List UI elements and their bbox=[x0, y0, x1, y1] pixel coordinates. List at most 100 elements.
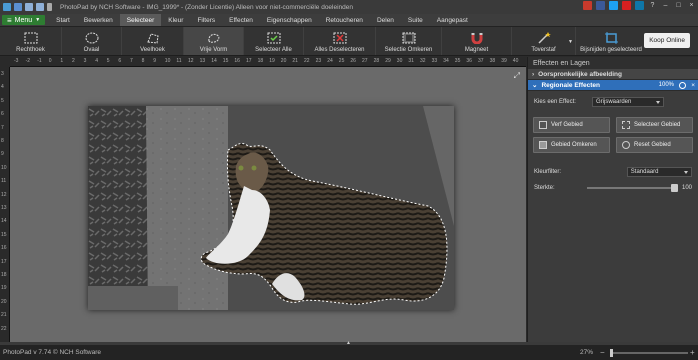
effects-layers-panel: Effecten en Lagen › Oorspronkelijke afbe… bbox=[527, 57, 698, 342]
rectangle-select-label: Rechthoek bbox=[16, 47, 45, 53]
ruler-tick-label: 3 bbox=[83, 58, 87, 64]
tab-effecten[interactable]: Effecten bbox=[222, 14, 260, 26]
close-icon[interactable]: × bbox=[687, 1, 696, 10]
rectangle-select-button[interactable]: Rechthoek bbox=[0, 27, 62, 55]
fullscreen-icon[interactable]: ⤢ bbox=[514, 71, 520, 81]
ruler-tick-label: 26 bbox=[350, 58, 356, 64]
version-text: PhotoPad v 7.74 © NCH Software bbox=[3, 349, 102, 356]
polygon-select-button[interactable]: Veelhoek bbox=[122, 27, 184, 55]
regional-effects-layer[interactable]: ⌄ Regionale Effecten 100% × bbox=[528, 80, 698, 91]
ellipse-select-icon bbox=[84, 31, 100, 45]
tab-eigenschappen[interactable]: Eigenschappen bbox=[260, 14, 319, 26]
undo-icon[interactable] bbox=[25, 3, 33, 11]
strength-slider-thumb[interactable] bbox=[670, 184, 678, 192]
ruler-tick-label: 8 bbox=[141, 58, 145, 64]
paint-area-label: Verf Gebied bbox=[551, 122, 583, 128]
ruler-tick-label: 20 bbox=[280, 58, 287, 64]
zoom-slider-thumb[interactable] bbox=[610, 349, 613, 357]
ellipse-select-button[interactable]: Ovaal bbox=[62, 27, 122, 55]
magnet-button[interactable]: Magneet bbox=[442, 27, 512, 55]
ruler-tick-label: 16 bbox=[234, 58, 240, 64]
invert-selection-button[interactable]: Selectie Omkeren bbox=[376, 27, 442, 55]
ruler-tick-label: 0 bbox=[48, 58, 52, 64]
tab-aangepast[interactable]: Aangepast bbox=[430, 14, 475, 26]
remove-layer-icon[interactable] bbox=[679, 81, 686, 89]
ruler-tick-label: 28 bbox=[373, 58, 380, 64]
tab-start[interactable]: Start bbox=[49, 14, 77, 26]
notification-icon[interactable] bbox=[583, 1, 592, 10]
effect-label: Kies een Effect: bbox=[534, 99, 576, 105]
select-area-button[interactable]: Selecteer Gebied bbox=[616, 117, 693, 133]
youtube-icon[interactable] bbox=[622, 1, 631, 10]
ruler-tick-label: 5 bbox=[106, 58, 110, 64]
ruler-tick-label: -1 bbox=[37, 58, 42, 64]
tab-suite[interactable]: Suite bbox=[401, 14, 430, 26]
zoom-in-icon[interactable]: + bbox=[690, 348, 695, 357]
freeform-select-label: Vrije Vorm bbox=[199, 47, 228, 53]
tab-delen[interactable]: Delen bbox=[370, 14, 401, 26]
effect-select[interactable]: Grijswaarden bbox=[592, 97, 664, 107]
ruler-tick-label: 17 bbox=[246, 58, 252, 64]
close-layer-icon[interactable]: × bbox=[691, 82, 695, 89]
rectangle-select-icon bbox=[23, 31, 39, 45]
facebook-icon[interactable] bbox=[596, 1, 605, 10]
invert-area-button[interactable]: Gebied Omkeren bbox=[533, 137, 610, 153]
ruler-tick-label: 34 bbox=[443, 58, 449, 64]
buy-online-button[interactable]: Koop Online bbox=[644, 33, 690, 48]
ruler-tick-label: 6 bbox=[118, 58, 122, 64]
tab-retoucheren[interactable]: Retoucheren bbox=[319, 14, 370, 26]
linkedin-icon[interactable] bbox=[635, 1, 644, 10]
tab-kleur[interactable]: Kleur bbox=[161, 14, 190, 26]
workspace[interactable]: -3 -2 -1 0 1 2 3 4 5 6 7 8 9 10 11 12 13 14 15 16 17 18 19 20 21… bbox=[0, 57, 526, 342]
ruler-tick-label: 40 bbox=[512, 58, 519, 64]
regional-zoom-value[interactable]: 100% bbox=[659, 82, 674, 88]
chevron-right-icon: › bbox=[532, 70, 535, 78]
freeform-select-button[interactable]: Vrije Vorm bbox=[184, 27, 244, 55]
twitter-icon[interactable] bbox=[609, 1, 618, 10]
color-filter-row: Kleurfilter: Standaard bbox=[528, 165, 698, 179]
ruler-tick-label: 12 bbox=[188, 58, 194, 64]
deselect-all-label: Alles Deselecteren bbox=[314, 47, 365, 53]
select-area-label: Selecteer Gebied bbox=[634, 122, 681, 128]
zoom-slider[interactable] bbox=[610, 349, 688, 357]
ruler-tick-label: 9 bbox=[153, 58, 156, 64]
magic-wand-icon bbox=[536, 31, 552, 45]
ruler-tick-label: 35 bbox=[454, 58, 461, 64]
ruler-tick-label: 23 bbox=[315, 58, 322, 64]
color-filter-select[interactable]: Standaard bbox=[626, 167, 692, 177]
magic-wand-button[interactable]: Toverstaf ▼ bbox=[512, 27, 576, 55]
hamburger-icon: ≡ bbox=[7, 15, 12, 25]
menu-bar: ≡ Menu ▼ Start Bewerken Selecteer Kleur … bbox=[0, 14, 698, 27]
tab-bewerken[interactable]: Bewerken bbox=[77, 14, 120, 26]
horizontal-ruler: -3 -2 -1 0 1 2 3 4 5 6 7 8 9 10 11 12 13 14 15 16 17 18 19 20 21… bbox=[10, 57, 526, 67]
tab-filters[interactable]: Filters bbox=[190, 14, 222, 26]
ruler-tick-label: 22 bbox=[304, 58, 310, 64]
minimize-icon[interactable]: – bbox=[661, 1, 670, 10]
effect-row: Kies een Effect: Grijswaarden bbox=[528, 95, 698, 109]
area-buttons-row-1: Verf Gebied Selecteer Gebied bbox=[528, 109, 698, 133]
ruler-tick-label: 7 bbox=[1, 124, 4, 131]
customize-icon[interactable] bbox=[47, 3, 52, 11]
menu-button[interactable]: ≡ Menu ▼ bbox=[2, 15, 46, 25]
paint-area-button[interactable]: Verf Gebied bbox=[533, 117, 610, 133]
crop-selection-button[interactable]: Bijsnijden geselecteerd bbox=[576, 27, 646, 55]
window-controls: ? – □ × bbox=[583, 1, 696, 10]
redo-icon[interactable] bbox=[36, 3, 44, 11]
tab-selecteer[interactable]: Selecteer bbox=[119, 14, 162, 26]
strength-slider[interactable] bbox=[587, 184, 678, 192]
original-image-layer[interactable]: › Oorspronkelijke afbeelding bbox=[528, 69, 698, 80]
deselect-all-button[interactable]: Alles Deselecteren bbox=[304, 27, 376, 55]
title-bar: PhotoPad by NCH Software - IMG_1999* - (… bbox=[0, 0, 698, 14]
reset-area-button[interactable]: Reset Gebied bbox=[616, 137, 693, 153]
help-icon[interactable]: ? bbox=[648, 1, 657, 10]
zoom-out-icon[interactable]: − bbox=[600, 348, 605, 357]
save-icon[interactable] bbox=[14, 3, 22, 11]
ruler-tick-label: 1 bbox=[60, 58, 64, 64]
select-all-button[interactable]: Selecteer Alle bbox=[244, 27, 304, 55]
magic-wand-dropdown-icon[interactable]: ▼ bbox=[568, 39, 573, 45]
image-canvas[interactable] bbox=[88, 106, 454, 310]
magnet-icon bbox=[469, 31, 485, 45]
ruler-tick-label: 7 bbox=[130, 58, 133, 64]
maximize-icon[interactable]: □ bbox=[674, 1, 683, 10]
app-icon bbox=[3, 3, 11, 11]
